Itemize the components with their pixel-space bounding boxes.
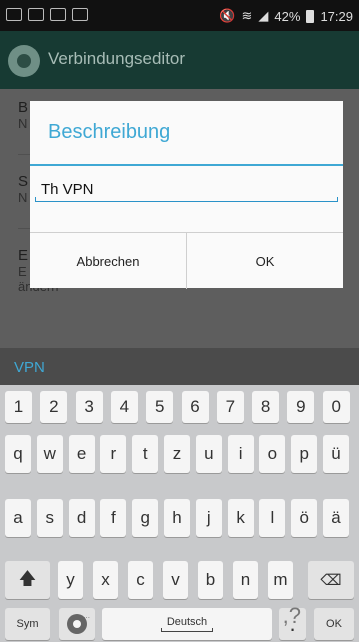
battery-icon [306,9,315,23]
shift-key[interactable]: 🡅 [5,561,50,599]
key-h[interactable]: h [164,499,190,537]
dialog-button-bar: Abbrechen OK [30,232,343,289]
suggestion-strip: VPN [0,348,359,385]
image-icon [28,8,44,21]
battery-percent: 42% [274,8,301,24]
status-bar: 🔇 ≋ ◢ 42% 17:29 [0,0,359,31]
space-key[interactable]: Deutsch [102,608,272,640]
key-a[interactable]: a [5,499,31,537]
key-c[interactable]: c [128,561,153,599]
list-item: B N [18,99,28,131]
notification-icons [6,8,88,21]
key-m[interactable]: m [268,561,293,599]
key-o[interactable]: o [259,435,286,473]
system-icons: 🔇 ≋ ◢ 42% 17:29 [219,8,353,24]
description-dialog: Beschreibung Abbrechen OK [30,101,344,289]
key-i[interactable]: i [227,435,254,473]
cancel-button[interactable]: Abbrechen [30,233,186,289]
space-bar-icon [161,628,213,632]
key-b[interactable]: b [198,561,223,599]
wifi-icon: ≋ [241,8,253,23]
key-s[interactable]: s [36,499,63,537]
key-f[interactable]: f [100,499,127,537]
sym-key[interactable]: Sym [5,608,50,640]
key-ö[interactable]: ö [291,499,318,537]
list-item-title: S [18,173,29,190]
action-bar: Verbindungseditor [0,31,359,89]
key-1[interactable]: 1 [5,391,32,423]
dialog-title: Beschreibung [48,121,171,143]
clock: 17:29 [320,8,353,24]
keyboard-ok-key[interactable]: OK [314,608,354,640]
list-item-subtitle: N [18,116,28,131]
mute-icon: 🔇 [219,8,236,23]
key-4[interactable]: 4 [110,391,138,423]
key-j[interactable]: j [195,499,222,537]
keyboard: 🡅 ⌫ Sym ... Deutsch ,? . OK 1234567890 qw… [0,385,359,642]
key-ü[interactable]: ü [323,435,349,473]
app-logo-icon[interactable] [8,45,40,77]
key-t[interactable]: t [132,435,159,473]
key-5[interactable]: 5 [146,391,174,423]
dialog-title-divider [30,164,343,166]
key-k[interactable]: k [227,499,254,537]
key-y[interactable]: y [58,561,83,599]
key-r[interactable]: r [100,435,127,473]
input-underline [35,197,338,202]
shift-up-arrow-icon: 🡅 [18,568,37,588]
key-z[interactable]: z [164,435,190,473]
key-l[interactable]: l [259,499,286,537]
key-8[interactable]: 8 [252,391,280,423]
list-item-subtitle: N [18,190,28,205]
key-e[interactable]: e [68,435,95,473]
gear-icon [67,614,87,634]
ok-button[interactable]: OK [186,233,343,289]
list-item: S N [18,173,28,205]
key-3[interactable]: 3 [75,391,103,423]
backspace-icon: ⌫ [320,572,342,589]
key-x[interactable]: x [93,561,118,599]
key-q[interactable]: q [5,435,31,473]
signal-icon: ◢ [258,8,269,23]
key-0[interactable]: 0 [322,391,350,423]
key-6[interactable]: 6 [181,391,209,423]
key-7[interactable]: 7 [216,391,244,423]
key-2[interactable]: 2 [40,391,68,423]
key-9[interactable]: 9 [287,391,315,423]
key-p[interactable]: p [291,435,318,473]
space-key-label: Deutsch [166,616,208,628]
settings-key[interactable]: ... [59,608,95,640]
key-v[interactable]: v [163,561,188,599]
key-w[interactable]: w [36,435,63,473]
mail-icon [72,8,88,21]
key-n[interactable]: n [233,561,258,599]
key-ä[interactable]: ä [323,499,349,537]
mail-icon [50,8,66,21]
key-u[interactable]: u [195,435,222,473]
period-key[interactable]: ,? . [279,603,306,640]
list-item-title: B [18,99,29,116]
key-d[interactable]: d [68,499,95,537]
action-bar-title: Verbindungseditor [48,49,186,68]
key-g[interactable]: g [132,499,159,537]
backspace-key[interactable]: ⌫ [308,561,354,599]
period-key-hint: ,? [282,603,301,628]
keyboard-icon [6,8,22,21]
description-input[interactable] [35,176,344,202]
suggestion-word[interactable]: VPN [14,359,45,376]
